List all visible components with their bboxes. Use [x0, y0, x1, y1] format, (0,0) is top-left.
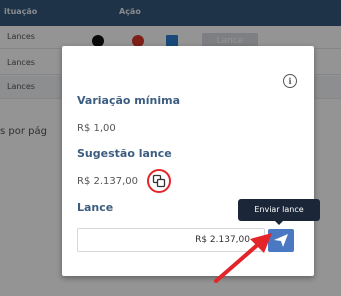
send-bid-tooltip: Enviar lance [238, 199, 320, 221]
lance-label: Lance [77, 201, 114, 214]
variacao-minima-value: R$ 1,00 [77, 123, 116, 134]
annotation-arrow-icon [214, 233, 272, 283]
sugestao-lance-label: Sugestão lance [77, 147, 172, 160]
variacao-minima-label: Variação mínima [77, 94, 181, 107]
copy-icon [152, 174, 166, 188]
copy-button[interactable] [147, 169, 171, 193]
info-icon[interactable]: i [283, 74, 297, 88]
sugestao-lance-value: R$ 2.137,00 [77, 176, 139, 187]
